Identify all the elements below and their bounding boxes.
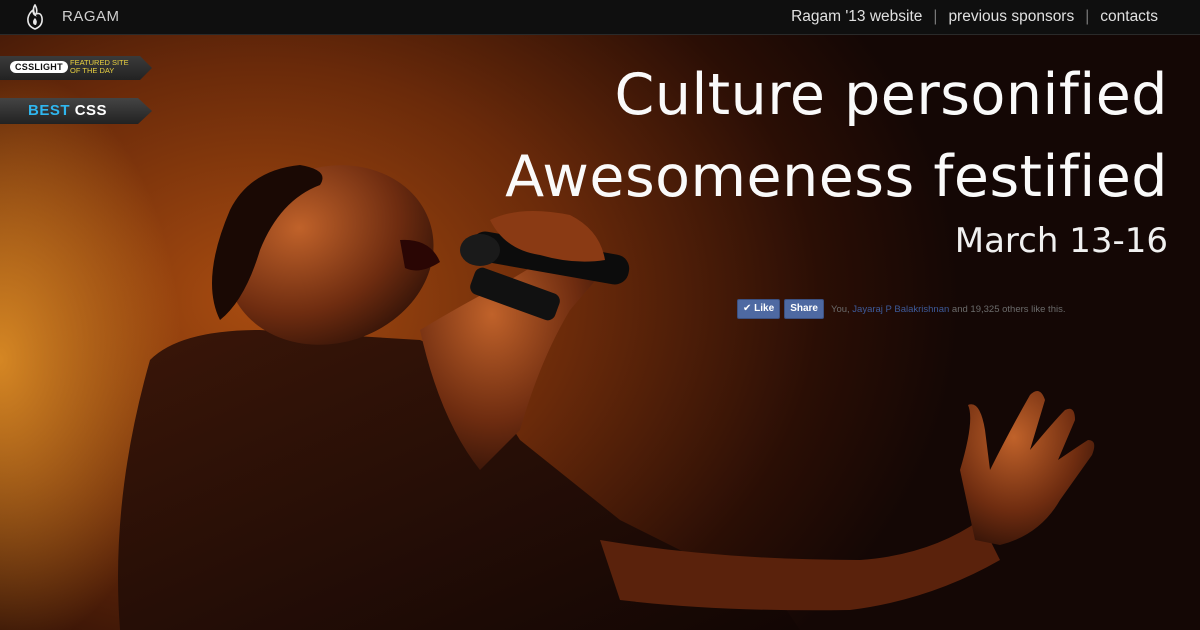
main-nav: Ragam '13 website | previous sponsors | … — [791, 8, 1158, 26]
nav-separator: | — [933, 8, 938, 25]
headline-line-2: Awesomeness festified — [505, 144, 1168, 210]
featured-line-2: OF THE DAY — [70, 66, 115, 75]
facebook-share-button[interactable]: Share — [784, 299, 824, 319]
best-css-label: BEST CSS — [28, 102, 107, 119]
hero-headline: Culture personified Awesomeness festifie… — [505, 54, 1168, 264]
css-word: CSS — [74, 102, 108, 119]
like-count-text: You, Jayaraj P Balakrishnan and 19,325 o… — [831, 304, 1066, 315]
top-navigation-bar: RAGAM Ragam '13 website | previous spons… — [0, 0, 1200, 35]
featured-text: FEATURED SITE OF THE DAY — [70, 59, 129, 75]
best-css-badge[interactable]: BEST CSS — [0, 98, 152, 124]
csslight-tag: CSSLIGHT — [10, 61, 68, 73]
event-date: March 13-16 — [954, 221, 1168, 261]
brand-name[interactable]: RAGAM — [62, 8, 120, 25]
liker-name-link[interactable]: Jayaraj P Balakrishnan — [852, 304, 949, 315]
nav-previous-sponsors[interactable]: previous sponsors — [948, 8, 1074, 26]
facebook-like-widget: ✔ Like Share You, Jayaraj P Balakrishnan… — [737, 299, 1065, 319]
nav-ragam-13-website[interactable]: Ragam '13 website — [791, 8, 922, 26]
headline-line-1: Culture personified — [614, 62, 1168, 128]
like-label: Like — [754, 303, 775, 314]
csslight-featured-badge[interactable]: CSSLIGHT FEATURED SITE OF THE DAY — [0, 56, 152, 80]
nav-contacts[interactable]: contacts — [1100, 8, 1158, 26]
flame-logo-icon[interactable] — [24, 4, 46, 30]
nav-separator: | — [1085, 8, 1090, 25]
thumbs-up-icon: ✔ — [743, 303, 752, 314]
like-text-rest: and 19,325 others like this. — [949, 303, 1066, 315]
best-word: BEST — [28, 102, 71, 119]
facebook-like-button[interactable]: ✔ Like — [737, 299, 781, 319]
like-text-you: You, — [830, 303, 853, 315]
